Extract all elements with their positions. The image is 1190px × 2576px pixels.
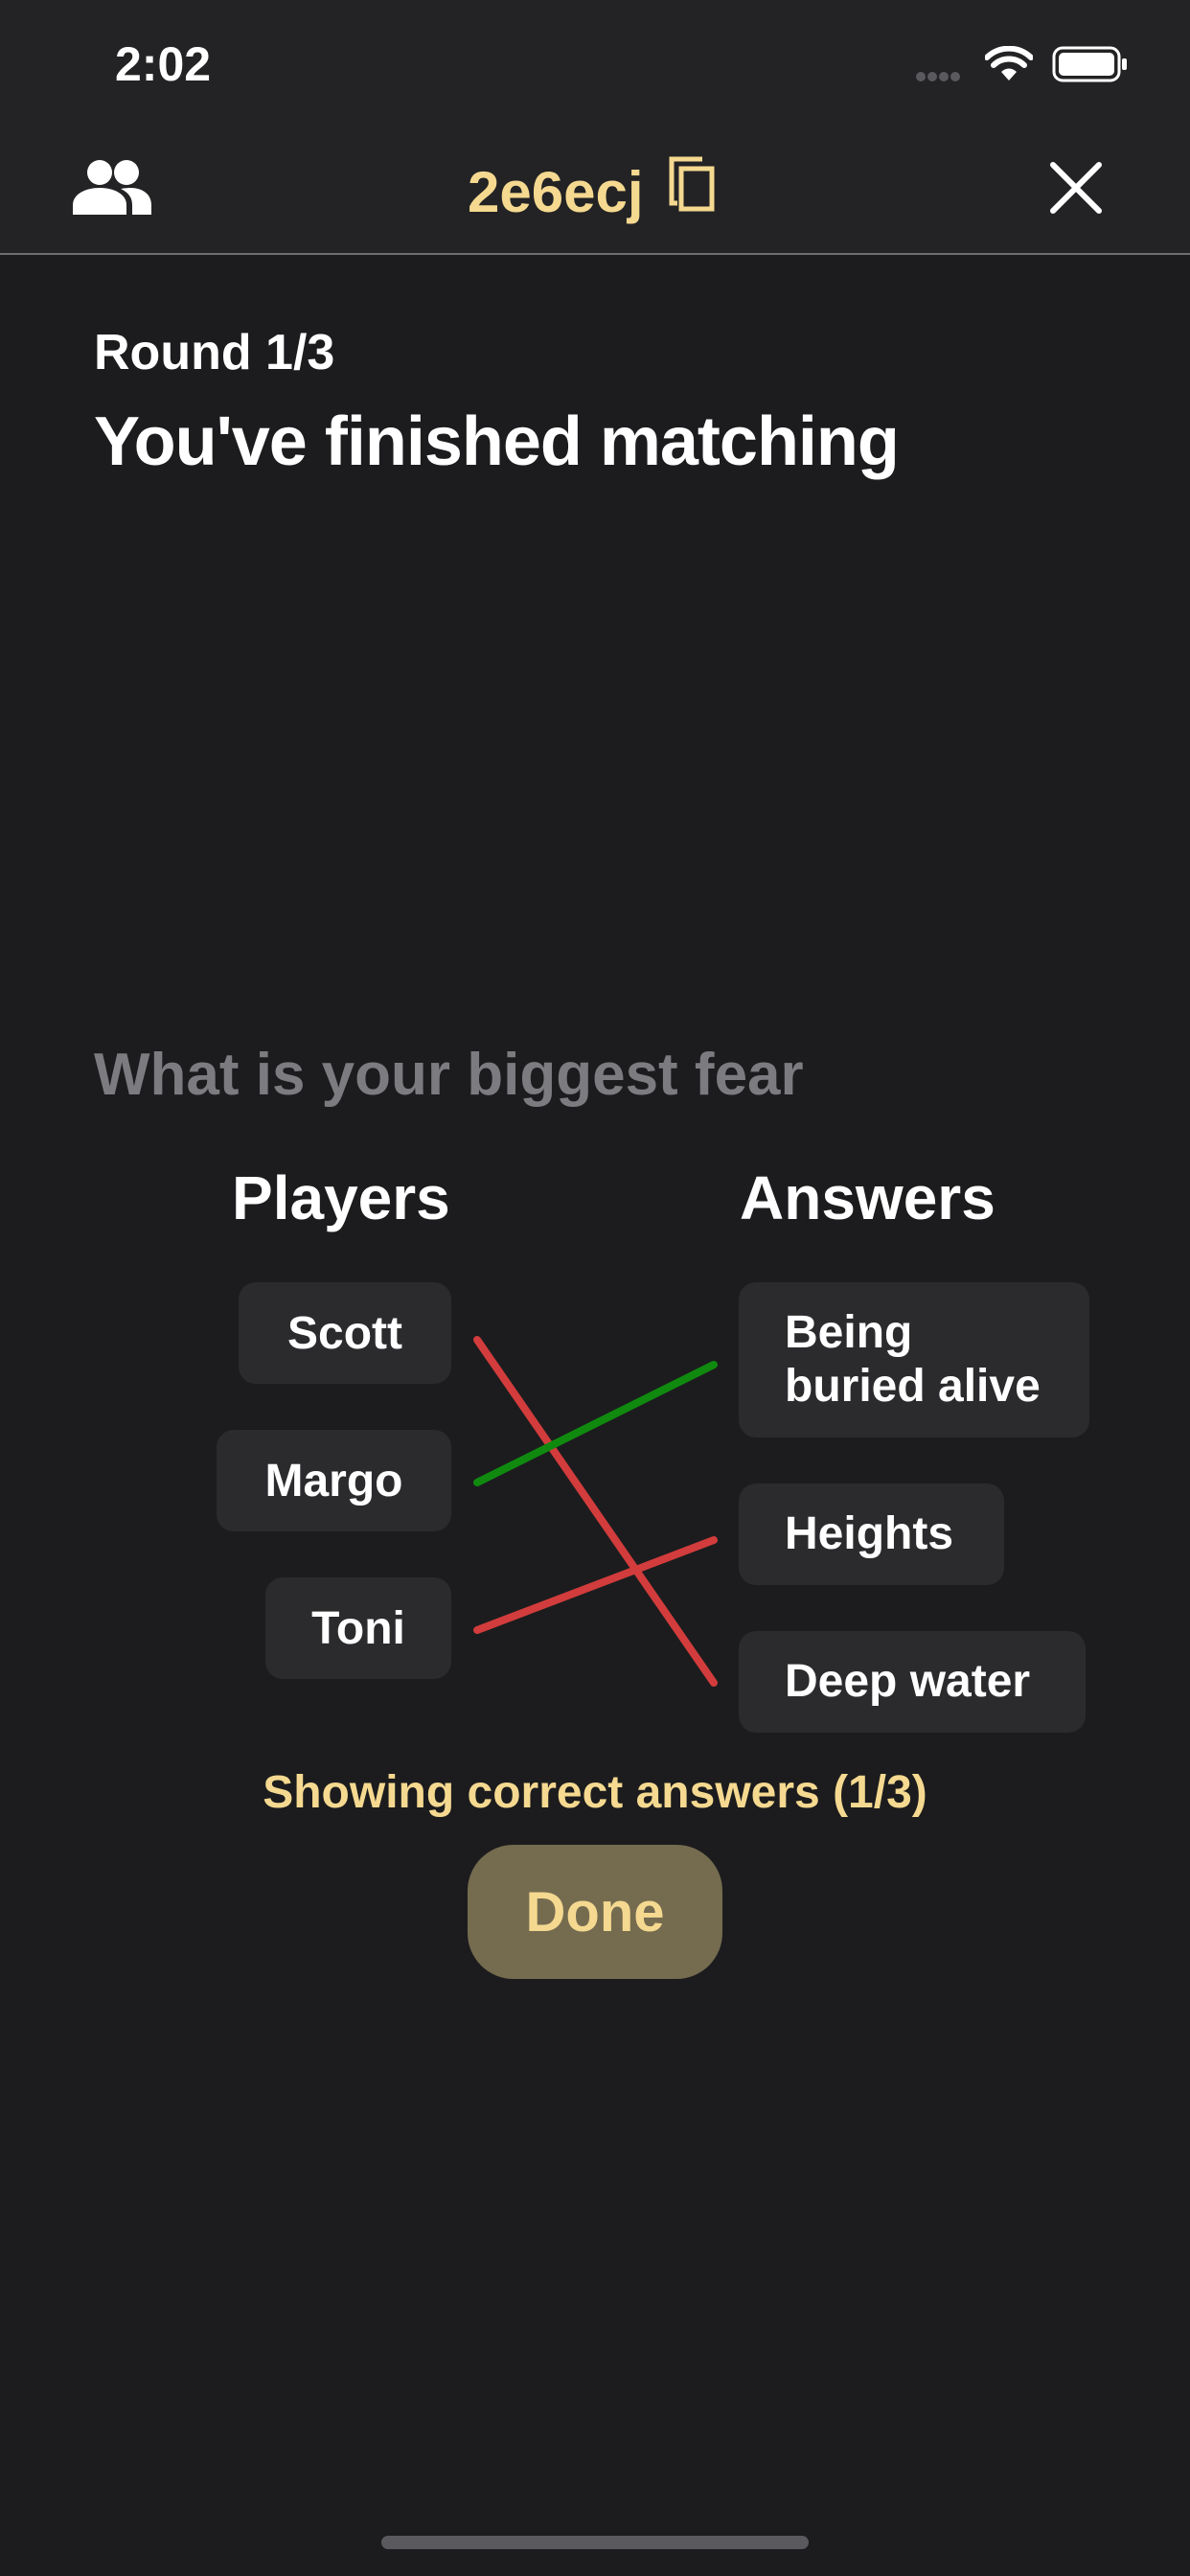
correct-answers-hint: Showing correct answers (1/3) (263, 1767, 927, 1818)
match-line-margo (473, 1361, 718, 1486)
answer-chip-heights[interactable]: Heights (739, 1484, 1004, 1585)
player-chip-margo[interactable]: Margo (217, 1430, 451, 1531)
answer-chip-deep-water[interactable]: Deep water (739, 1631, 1086, 1733)
player-chip-scott[interactable]: Scott (239, 1282, 451, 1384)
answer-chip-buried-alive[interactable]: Being buried alive (739, 1282, 1089, 1438)
match-line-toni (473, 1536, 718, 1634)
match-line-scott (473, 1336, 718, 1687)
home-indicator (381, 2536, 809, 2549)
player-chip-toni[interactable]: Toni (265, 1577, 451, 1679)
done-button[interactable]: Done (468, 1845, 722, 1979)
